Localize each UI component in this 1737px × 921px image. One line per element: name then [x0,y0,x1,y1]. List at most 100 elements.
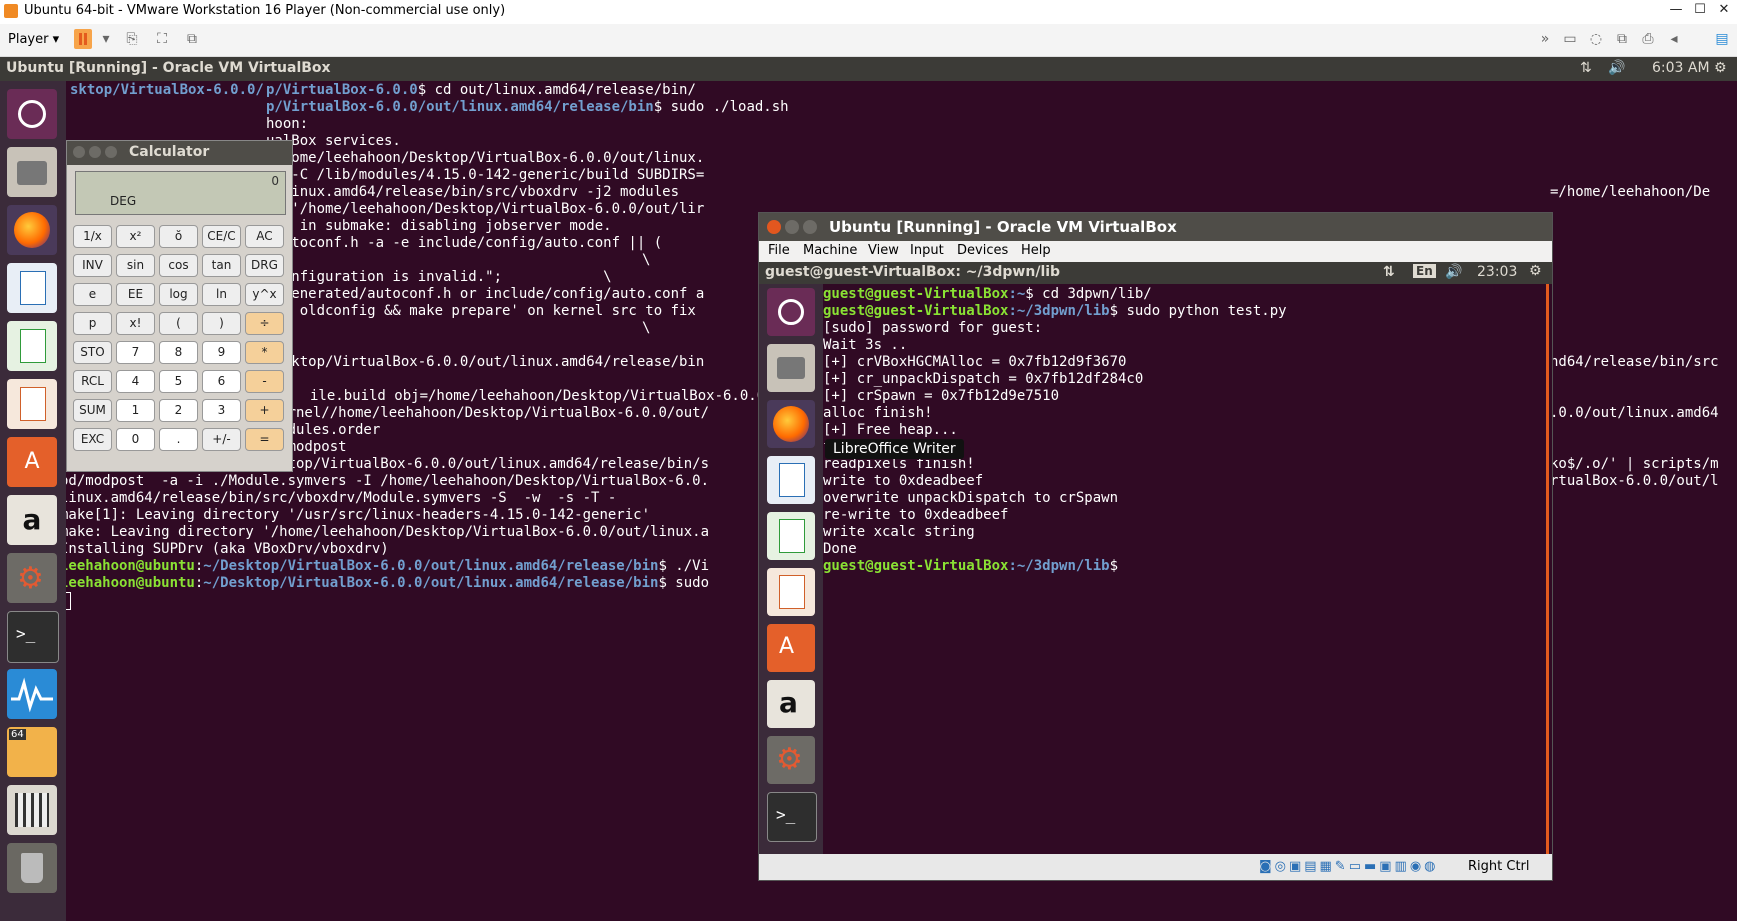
calc-key[interactable]: p [73,312,112,335]
pause-dropdown-icon[interactable]: ▾ [96,30,116,48]
amazon-icon[interactable]: a [767,680,815,728]
calc-key[interactable]: - [245,370,284,393]
calc-key[interactable]: EXC [73,428,112,451]
calc-key[interactable]: tan [202,254,241,277]
close-icon[interactable]: ✕ [1712,2,1736,17]
close-icon[interactable] [767,220,781,234]
calc-key[interactable]: 1 [116,399,155,422]
cd-icon[interactable]: ◌ [1586,30,1606,48]
calc-key[interactable]: * [245,341,284,364]
calc-key[interactable]: sin [116,254,155,277]
calculator-window[interactable]: Calculator 0 DEG 1/x x² ŏ CE/C AC INV sin cos ta… [66,140,293,472]
terminal-scrollbar[interactable] [1546,284,1549,854]
calc-key[interactable]: y^x [245,283,284,306]
dash-icon[interactable] [767,288,815,336]
calc-key[interactable]: x! [116,312,155,335]
status-device-icons[interactable]: ◙◎▣▤▦✎▭▬▣▥◉◍ [1259,859,1439,874]
calc-key[interactable]: INV [73,254,112,277]
system-settings-icon[interactable]: ⚙ [7,553,57,603]
libreoffice-writer-icon[interactable] [7,263,57,313]
volume-icon[interactable]: 🔊 [1445,264,1462,280]
calc-key[interactable]: 1/x [73,225,112,248]
calc-key[interactable]: 8 [159,341,198,364]
menu-file[interactable]: File [768,243,790,258]
calc-key[interactable]: CE/C [202,225,241,248]
vbox-clock[interactable]: 23:03 [1477,264,1517,280]
terminal-icon[interactable]: >_ [767,792,817,842]
system-settings-icon[interactable]: ⚙ [767,736,815,784]
network-icon[interactable]: ⎘ [122,30,142,48]
calc-key[interactable]: ln [202,283,241,306]
libreoffice-calc-icon[interactable] [7,321,57,371]
menu-machine[interactable]: Machine [803,243,857,258]
minimize-icon[interactable] [89,146,101,158]
calc-key[interactable]: STO [73,341,112,364]
vmware-icon[interactable]: 64 [7,727,57,777]
calc-key[interactable]: DRG [245,254,284,277]
firefox-icon[interactable] [767,400,815,448]
calc-key[interactable]: RCL [73,370,112,393]
calc-key[interactable]: log [159,283,198,306]
files-icon[interactable] [767,344,815,392]
software-center-icon[interactable]: A [7,437,57,487]
system-monitor-icon[interactable] [7,669,57,719]
calc-key[interactable]: cos [159,254,198,277]
volume-icon[interactable]: 🔊 [1608,60,1625,76]
keyboard-layout[interactable]: En [1413,264,1436,278]
calc-key[interactable]: AC [245,225,284,248]
close-icon[interactable] [73,146,85,158]
menu-view[interactable]: View [868,243,899,258]
calc-key[interactable]: ŏ [159,225,198,248]
calc-key[interactable]: 4 [116,370,155,393]
calculator-launcher-icon[interactable] [7,785,57,835]
calc-key[interactable]: . [159,428,198,451]
devices-icon[interactable]: ⧉ [1612,30,1632,48]
message-icon[interactable]: ▤ [1712,30,1732,48]
minimize-icon[interactable] [785,220,799,234]
vbox-title-bar[interactable]: Ubuntu [Running] - Oracle VM VirtualBox [759,213,1552,241]
amazon-icon[interactable]: a [7,495,57,545]
minimize-icon[interactable]: — [1664,2,1688,17]
calc-key[interactable]: 2 [159,399,198,422]
calc-key[interactable]: + [245,399,284,422]
software-center-icon[interactable]: A [767,624,815,672]
firefox-icon[interactable] [7,205,57,255]
network-arrows-icon[interactable]: ⇅ [1383,264,1395,280]
terminal-icon[interactable]: >_ [7,611,59,663]
calc-key[interactable]: ) [202,312,241,335]
player-menu-button[interactable]: Player ▾ [8,32,59,47]
guest-terminal[interactable]: guest@guest-VirtualBox:~$ cd 3dpwn/lib/ … [823,284,1552,854]
calc-key[interactable]: 0 [116,428,155,451]
calc-key[interactable]: 6 [202,370,241,393]
calc-key[interactable]: 5 [159,370,198,393]
forward-icon[interactable]: » [1535,30,1555,48]
settings-gear-icon[interactable]: ⚙ [1529,263,1542,279]
calc-key[interactable]: +/- [202,428,241,451]
unity-icon[interactable]: ⧉ [182,30,202,48]
menu-help[interactable]: Help [1021,243,1051,258]
virtualbox-window[interactable]: Ubuntu [Running] - Oracle VM VirtualBox … [758,212,1553,881]
libreoffice-impress-icon[interactable] [767,568,815,616]
calc-key[interactable]: ( [159,312,198,335]
menu-devices[interactable]: Devices [957,243,1008,258]
libreoffice-writer-icon[interactable] [767,456,815,504]
clock[interactable]: 6:03 AM [1652,60,1710,76]
maximize-icon[interactable] [105,146,117,158]
sound-icon[interactable]: ◂ [1664,30,1684,48]
libreoffice-calc-icon[interactable] [767,512,815,560]
settings-gear-icon[interactable]: ⚙ [1714,60,1727,76]
calc-key[interactable]: x² [116,225,155,248]
calculator-title-bar[interactable]: Calculator [67,141,292,165]
printer-icon[interactable]: ⎙ [1638,30,1658,48]
libreoffice-impress-icon[interactable] [7,379,57,429]
calc-key[interactable]: ÷ [245,312,284,335]
dash-icon[interactable] [7,89,57,139]
pause-button[interactable] [74,29,92,49]
menu-input[interactable]: Input [910,243,944,258]
calc-key[interactable]: 3 [202,399,241,422]
network-arrows-icon[interactable]: ⇅ [1580,60,1592,76]
fullscreen-icon[interactable]: ⛶ [152,30,172,48]
files-icon[interactable] [7,147,57,197]
calc-key[interactable]: EE [116,283,155,306]
calc-key[interactable]: SUM [73,399,112,422]
